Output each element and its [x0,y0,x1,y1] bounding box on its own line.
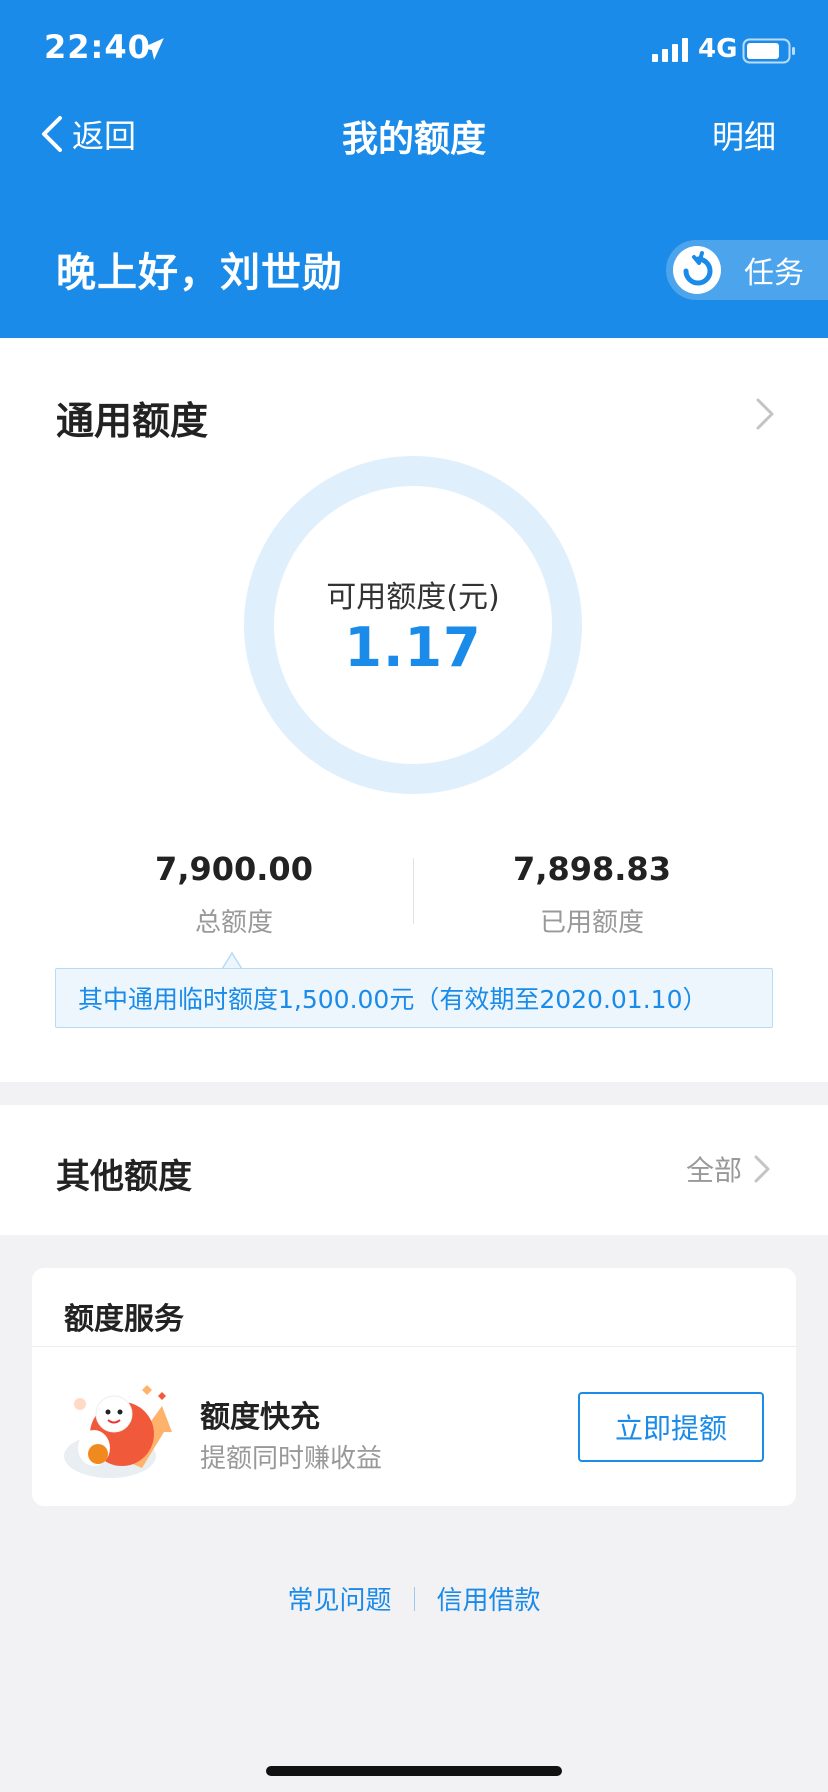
quick-boost-title: 额度快充 [200,1400,320,1435]
general-credit-title: 通用额度 [56,399,209,443]
used-credit-stat: 7,898.83 已用额度 [462,850,722,939]
task-label: 任务 [744,256,804,291]
total-credit-stat: 7,900.00 总额度 [104,850,364,939]
view-all-button[interactable]: 全部 [686,1149,772,1189]
greeting-text: 晚上好，刘世勋 [56,250,343,296]
detail-button[interactable]: 明细 [712,112,776,158]
quick-boost-subtitle: 提额同时赚收益 [200,1444,383,1474]
status-bar: 22:40 4G [0,0,828,100]
task-button[interactable]: 任务 [666,240,828,300]
location-arrow-icon [142,38,164,60]
status-time: 22:40 [44,28,151,66]
battery-icon [742,38,795,64]
used-credit-label: 已用额度 [539,908,644,938]
footer-divider [413,1586,415,1611]
stat-divider [413,858,414,924]
credit-loan-link[interactable]: 信用借款 [437,1580,541,1617]
network-type: 4G [698,34,738,64]
signal-icon [652,38,688,62]
temporary-credit-notice: 其中通用临时额度1,500.00元（有效期至2020.01.10） [55,968,773,1028]
page-title: 我的额度 [341,119,486,160]
used-credit-value: 7,898.83 [513,850,671,888]
header: 22:40 4G 返回 我的额度 明细 晚上好，刘世勋 任务 [0,0,828,338]
mascot-illustration-icon [64,1385,172,1478]
available-credit-value: 1.17 [344,616,482,679]
raise-limit-button[interactable]: 立即提额 [578,1392,764,1462]
home-indicator[interactable] [266,1766,562,1776]
chevron-right-icon[interactable] [754,396,776,432]
view-all-label: 全部 [685,1154,742,1187]
general-credit-card: 通用额度 可用额度(元) 1.17 7,900.00 总额度 7,898.83 … [0,338,828,1082]
credit-service-card: 额度服务 额度快充 提额同时赚收益 立即提额 [32,1268,796,1506]
faq-link[interactable]: 常见问题 [287,1580,391,1617]
nav-bar: 返回 我的额度 明细 [0,100,828,168]
footer-links: 常见问题 信用借款 [0,1580,828,1617]
other-credit-title: 其他额度 [56,1157,192,1197]
total-credit-value: 7,900.00 [155,850,313,888]
credit-service-title: 额度服务 [64,1302,184,1337]
task-icon [673,246,721,294]
other-credit-section[interactable]: 其他额度 全部 [0,1105,828,1235]
divider [32,1346,796,1347]
chevron-right-icon [754,1155,770,1183]
available-credit-label: 可用额度(元) [326,580,500,615]
total-credit-label: 总额度 [194,908,273,938]
